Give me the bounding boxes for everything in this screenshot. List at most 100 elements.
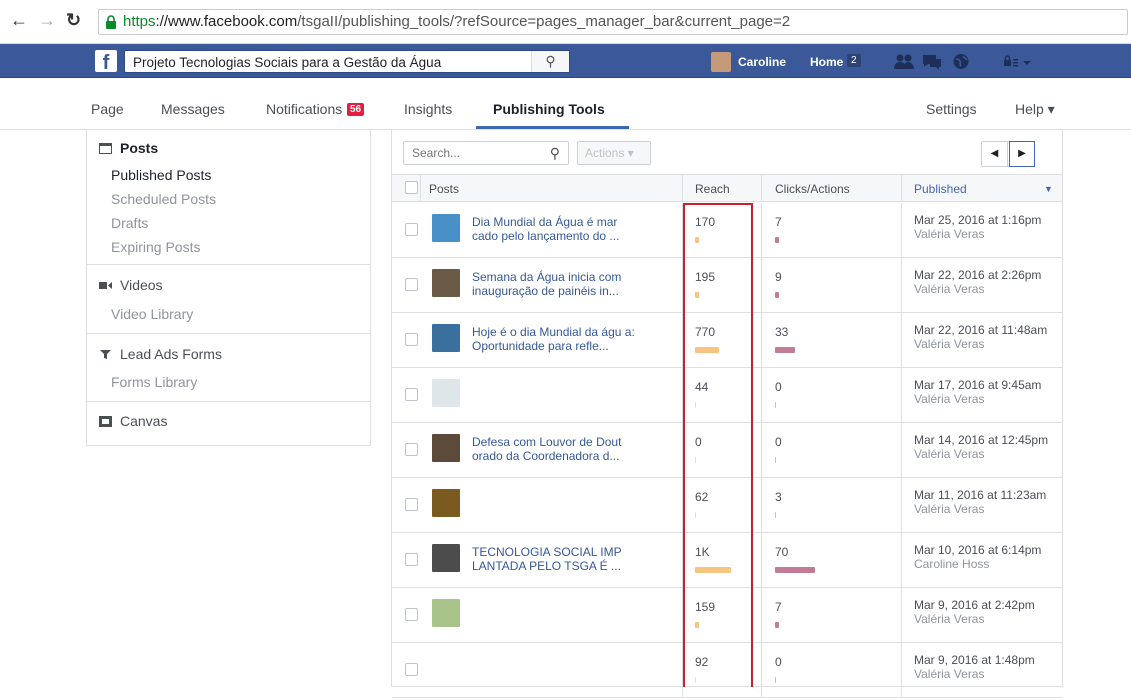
post-thumbnail[interactable] [432,379,460,407]
address-bar[interactable]: https://www.facebook.com/tsgaII/publishi… [98,9,1128,35]
published-date: Mar 22, 2016 at 2:26pm [914,268,1042,282]
post-title[interactable]: Semana da Água inicia com inauguração de… [472,270,642,298]
tab-insights[interactable]: Insights [404,101,452,117]
clicks-value: 70 [775,545,789,559]
column-divider [682,175,683,202]
column-header-posts[interactable]: Posts [429,182,459,196]
sidebar-section-lead-ads-forms[interactable]: Lead Ads Forms [99,346,222,362]
account-menu-icon[interactable] [1003,53,1035,70]
published-author: Valéria Veras [914,227,985,241]
post-thumbnail[interactable] [432,434,460,462]
avatar[interactable] [711,52,731,72]
friend-requests-icon[interactable] [893,53,915,70]
row-checkbox[interactable] [405,333,418,346]
sidebar-item-drafts[interactable]: Drafts [111,215,148,231]
clicks-bar [775,567,815,573]
search-icon[interactable]: ⚲ [550,145,560,162]
facebook-search-box[interactable]: Projeto Tecnologias Sociais para a Gestã… [124,50,570,73]
sidebar-item-scheduled-posts[interactable]: Scheduled Posts [111,191,216,207]
column-divider [761,478,762,532]
sidebar-section-videos[interactable]: Videos [99,277,163,293]
column-divider [761,313,762,367]
post-title[interactable]: TECNOLOGIA SOCIAL IMP LANTADA PELO TSGA … [472,545,642,573]
sidebar: Posts Published Posts Scheduled Posts Dr… [86,130,371,446]
canvas-icon [99,416,112,427]
clicks-bar [775,622,779,628]
tab-publishing-tools[interactable]: Publishing Tools [493,101,605,117]
tab-settings[interactable]: Settings [926,101,977,117]
row-checkbox[interactable] [405,608,418,621]
clicks-value: 0 [775,655,782,669]
page-nav: Page Messages Notifications 56 Insights … [0,78,1131,130]
column-divider [761,533,762,587]
row-checkbox[interactable] [405,388,418,401]
sidebar-item-expiring-posts[interactable]: Expiring Posts [111,239,200,255]
user-name[interactable]: Caroline [738,55,786,69]
clicks-bar [775,457,776,463]
published-info: Mar 11, 2016 at 11:23am Valéria Veras [914,488,1046,516]
published-date: Mar 9, 2016 at 1:48pm [914,653,1035,667]
url-text: https://www.facebook.com/tsgaII/publishi… [123,13,790,30]
clicks-value: 9 [775,270,782,284]
sidebar-divider [87,401,370,402]
row-checkbox[interactable] [405,223,418,236]
post-title[interactable]: Hoje é o dia Mundial da águ a: Oportunid… [472,325,642,353]
actions-dropdown[interactable]: Actions ▾ [577,141,651,165]
arrow-right-icon[interactable]: → [38,10,56,30]
sidebar-item-forms-library[interactable]: Forms Library [111,374,197,390]
post-thumbnail[interactable] [432,599,460,627]
post-thumbnail[interactable] [432,544,460,572]
column-divider [901,478,902,532]
url-host: ://www.facebook.com [155,13,298,30]
home-count-badge: 2 [847,54,861,67]
clicks-value: 0 [775,380,782,394]
row-checkbox[interactable] [405,498,418,511]
row-checkbox[interactable] [405,278,418,291]
row-checkbox[interactable] [405,443,418,456]
published-info: Mar 22, 2016 at 2:26pm Valéria Veras [914,268,1041,296]
next-page-button[interactable]: ▶ [1009,141,1035,167]
sidebar-item-published-posts[interactable]: Published Posts [111,167,211,183]
tab-messages[interactable]: Messages [161,101,225,117]
row-checkbox[interactable] [405,663,418,676]
post-thumbnail[interactable] [432,269,460,297]
clicks-bar [775,402,776,408]
published-author: Valéria Veras [914,282,985,296]
arrow-left-icon[interactable]: ← [10,10,28,30]
post-title[interactable]: Defesa com Louvor de Dout orado da Coord… [472,435,642,463]
post-title[interactable]: Dia Mundial da Água é mar cado pelo lanç… [472,215,642,243]
published-author: Valéria Veras [914,447,985,461]
column-header-reach[interactable]: Reach [695,182,730,196]
search-input[interactable] [412,146,532,160]
sidebar-section-posts[interactable]: Posts [99,140,158,156]
post-thumbnail[interactable] [432,324,460,352]
globe-icon[interactable] [950,53,972,70]
table-header: Posts Reach Clicks/Actions Published ▼ [392,174,1062,202]
clicks-value: 7 [775,215,782,229]
previous-page-button[interactable]: ◀ [982,142,1008,166]
published-author: Valéria Veras [914,337,985,351]
row-checkbox[interactable] [405,553,418,566]
search-posts-box[interactable]: ⚲ [403,141,569,165]
sidebar-section-canvas[interactable]: Canvas [99,413,167,429]
home-link[interactable]: Home [810,55,843,69]
facebook-logo-icon[interactable]: f [95,50,117,74]
sort-descending-icon[interactable]: ▼ [1044,184,1053,194]
tab-notifications[interactable]: Notifications [266,101,342,117]
post-thumbnail[interactable] [432,214,460,242]
search-icon[interactable]: ⚲ [531,51,569,72]
sidebar-section-canvas-label: Canvas [120,413,168,429]
tab-page[interactable]: Page [91,101,124,117]
column-divider [901,588,902,642]
column-header-published[interactable]: Published [914,182,967,196]
browser-toolbar: ← → ↻ https://www.facebook.com/tsgaII/pu… [0,0,1131,44]
sidebar-section-videos-label: Videos [120,277,163,293]
messages-icon[interactable] [921,53,943,70]
reload-icon[interactable]: ↻ [66,10,81,30]
post-thumbnail[interactable] [432,489,460,517]
column-divider [901,368,902,422]
sidebar-item-video-library[interactable]: Video Library [111,306,193,322]
column-header-clicks-actions[interactable]: Clicks/Actions [775,182,850,196]
select-all-checkbox[interactable] [405,181,418,194]
tab-help[interactable]: Help ▾ [1015,101,1055,118]
